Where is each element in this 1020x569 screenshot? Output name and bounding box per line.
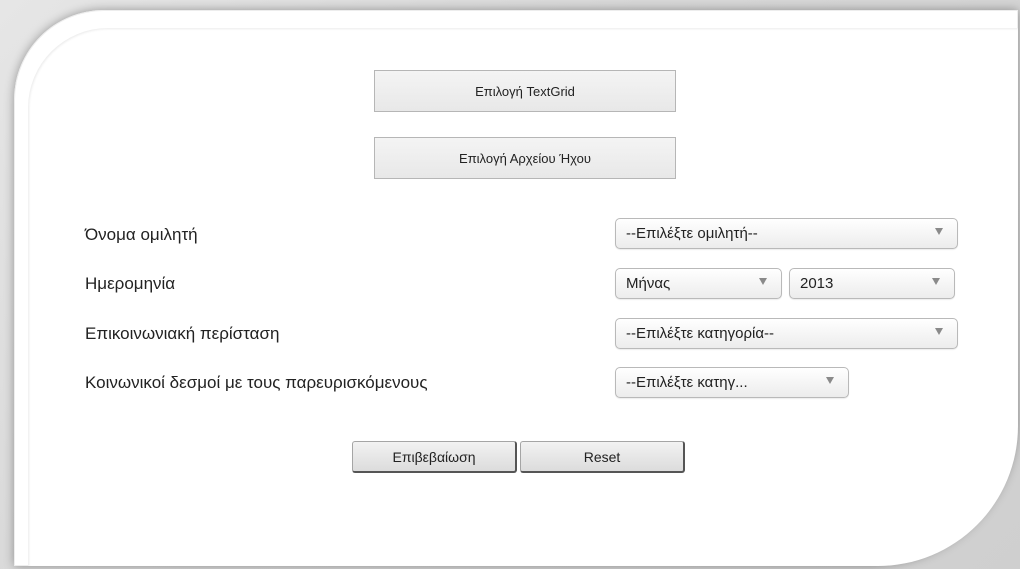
reset-button-label: Reset — [583, 448, 621, 465]
social-ties-select-value: --Επιλέξτε κατηγ... — [626, 374, 748, 391]
confirm-button-label: Επιβεβαίωση — [392, 448, 476, 465]
chevron-down-icon — [826, 377, 834, 384]
social-ties-select[interactable]: --Επιλέξτε κατηγ... — [615, 367, 849, 398]
select-textgrid-button[interactable]: Επιλογή TextGrid — [374, 70, 676, 112]
chevron-down-icon — [932, 278, 940, 285]
speaker-select[interactable]: --Επιλέξτε ομιλητή-- — [615, 218, 958, 249]
speaker-select-value: --Επιλέξτε ομιλητή-- — [626, 225, 758, 242]
year-select-value: 2013 — [800, 275, 834, 292]
year-select[interactable]: 2013 — [789, 268, 955, 299]
chevron-down-icon — [935, 328, 943, 335]
social-ties-label: Κοινωνικοί δεσμοί με τους παρευρισκόμενο… — [85, 373, 428, 392]
chevron-down-icon — [935, 228, 943, 235]
communication-context-select-value: --Επιλέξτε κατηγορία-- — [626, 325, 774, 342]
chevron-down-icon — [759, 278, 767, 285]
select-audio-file-button[interactable]: Επιλογή Αρχείου Ήχου — [374, 137, 676, 179]
reset-button[interactable]: Reset — [520, 441, 685, 473]
select-textgrid-label: Επιλογή TextGrid — [475, 83, 575, 99]
speaker-name-label: Όνομα ομιλητή — [85, 225, 198, 244]
date-label: Ημερομηνία — [85, 274, 176, 293]
confirm-button[interactable]: Επιβεβαίωση — [352, 441, 517, 473]
month-select-value: Μήνας — [626, 275, 671, 292]
month-select[interactable]: Μήνας — [615, 268, 782, 299]
communication-context-label: Επικοινωνιακή περίσταση — [85, 324, 280, 343]
communication-context-select[interactable]: --Επιλέξτε κατηγορία-- — [615, 318, 958, 349]
select-audio-file-label: Επιλογή Αρχείου Ήχου — [459, 150, 591, 166]
